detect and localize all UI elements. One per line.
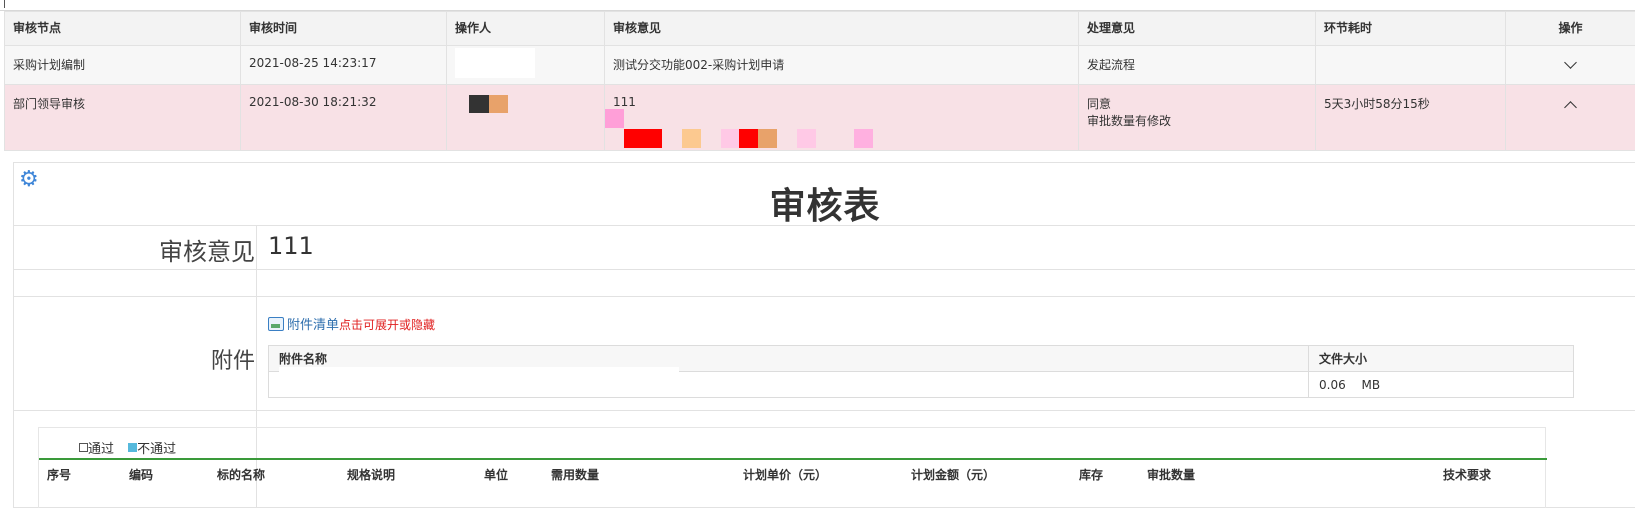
attachment-label: 附件 xyxy=(210,349,255,374)
handle-cell: 同意 审批数量有修改 xyxy=(1078,84,1316,151)
duration-cell: 5天3小时58分15秒 xyxy=(1315,84,1506,151)
action-cell xyxy=(1505,45,1635,85)
fail-legend-label: 不通过 xyxy=(137,442,177,457)
col-header-operator: 操作人 xyxy=(446,11,605,46)
fail-legend-box xyxy=(128,443,138,452)
col-header-action: 操作 xyxy=(1505,11,1635,46)
filesize-value: 0.06 xyxy=(1319,377,1346,392)
form-title: 审核表 xyxy=(769,186,881,227)
col-header-handle: 处理意见 xyxy=(1078,11,1316,46)
action-cell xyxy=(1505,84,1635,151)
filename-cell[interactable] xyxy=(268,366,1309,398)
operator-cell xyxy=(446,84,605,151)
divider xyxy=(14,269,1635,270)
opinion-value: 111 xyxy=(268,232,314,260)
pass-legend-label: 通过 xyxy=(88,442,115,457)
attachment-toggle-hint: 点击可展开或隐藏 xyxy=(339,318,436,332)
col-header-stock: 库存 xyxy=(1079,468,1104,482)
opinion-cell: 111 xyxy=(604,84,1079,151)
audit-form-panel: ⚙ 审核表 审核意见 111 附件 附件清单点击可展开或隐藏 附件名称 文件大小… xyxy=(13,162,1635,508)
redaction-block xyxy=(605,109,1070,149)
col-header-tech-req: 技术要求 xyxy=(1443,468,1492,482)
handle-cell: 发起流程 xyxy=(1078,45,1316,85)
pass-legend-box xyxy=(79,443,88,452)
opinion-cell: 测试分交功能002-采购计划申请 xyxy=(604,45,1079,85)
col-header-amount: 计划金额（元） xyxy=(911,468,996,482)
time-cell: 2021-08-25 14:23:17 xyxy=(240,45,447,85)
approval-legend: 通过 不通过 xyxy=(79,438,176,457)
col-header-code: 编码 xyxy=(129,468,154,482)
divider xyxy=(14,296,1635,297)
redaction-block xyxy=(469,95,508,116)
handle-line: 同意 xyxy=(1087,97,1112,111)
handle-line: 审批数量有修改 xyxy=(1087,114,1172,128)
time-cell: 2021-08-30 18:21:32 xyxy=(240,84,447,151)
section-divider xyxy=(39,458,1547,460)
col-header-node: 审核节点 xyxy=(4,11,241,46)
divider xyxy=(14,410,1635,411)
opinion-label: 审核意见 xyxy=(159,238,255,266)
attachment-row: 0.06 MB xyxy=(268,366,1574,398)
filesize-cell: 0.06 MB xyxy=(1308,371,1574,398)
col-header-unit: 单位 xyxy=(484,468,509,482)
col-header-spec: 规格说明 xyxy=(347,468,396,482)
filesize-unit: MB xyxy=(1361,377,1381,392)
operator-cell xyxy=(446,45,605,85)
top-border xyxy=(0,0,1635,11)
node-cell: 采购计划编制 xyxy=(4,45,241,85)
attachment-table: 附件名称 文件大小 0.06 MB xyxy=(268,345,1574,398)
attachment-list-label: 附件清单 xyxy=(287,318,340,333)
chevron-up-icon[interactable] xyxy=(1564,101,1577,114)
col-header-approved-qty: 审批数量 xyxy=(1147,468,1196,482)
col-header-item-name: 标的名称 xyxy=(217,468,266,482)
history-row-highlighted: 部门领导审核 2021-08-30 18:21:32 111 同意 审批数量有修… xyxy=(4,84,1635,151)
opinion-text: 111 xyxy=(613,95,636,109)
items-section: 通过 不通过 序号 编码 标的名称 规格说明 单位 需用数量 计划单价（元） 计… xyxy=(38,427,1547,508)
approval-history-table: 审核节点 审核时间 操作人 审核意见 处理意见 环节耗时 操作 采购计划编制 2… xyxy=(4,11,1635,151)
history-row: 采购计划编制 2021-08-25 14:23:17 测试分交功能002-采购计… xyxy=(4,45,1635,85)
chevron-down-icon[interactable] xyxy=(1564,56,1577,69)
handle-line: 发起流程 xyxy=(1087,58,1136,72)
col-header-required-qty: 需用数量 xyxy=(551,468,600,482)
col-header-filesize: 文件大小 xyxy=(1308,345,1574,372)
attachment-list-toggle[interactable]: 附件清单点击可展开或隐藏 xyxy=(268,314,435,333)
col-header-opinion: 审核意见 xyxy=(604,11,1079,46)
col-header-unit-price: 计划单价（元） xyxy=(743,468,828,482)
image-icon xyxy=(268,317,284,331)
col-header-time: 审核时间 xyxy=(240,11,447,46)
redaction-block xyxy=(455,48,535,78)
col-header-index: 序号 xyxy=(47,468,72,482)
col-header-duration: 环节耗时 xyxy=(1315,11,1506,46)
cursor-tick xyxy=(4,0,5,8)
duration-cell xyxy=(1315,45,1506,85)
history-header-row: 审核节点 审核时间 操作人 审核意见 处理意见 环节耗时 操作 xyxy=(4,11,1635,46)
redaction-block xyxy=(279,366,679,397)
node-cell: 部门领导审核 xyxy=(4,84,241,151)
divider xyxy=(14,225,1635,226)
